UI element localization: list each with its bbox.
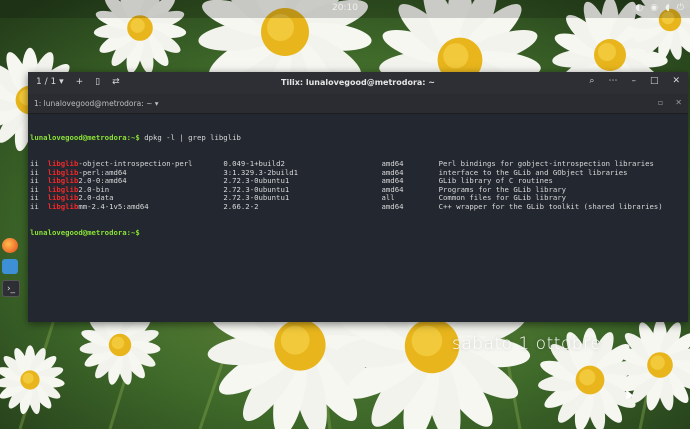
- maximize-terminal-icon[interactable]: ▫: [658, 98, 663, 107]
- search-icon[interactable]: ⌕: [589, 76, 594, 86]
- shell-prompt: lunalovegood@metrodora:~$: [30, 133, 140, 143]
- power-icon[interactable]: ⏻: [677, 3, 684, 13]
- terminal-tab[interactable]: 1: lunalovegood@metrodora: ~ ▾: [34, 99, 159, 108]
- terminal-tabbar: 1: lunalovegood@metrodora: ~ ▾ ▫ ✕: [28, 94, 688, 114]
- package-match: libglib: [47, 201, 79, 211]
- desklet-date: sabato 1 ottobre: [452, 334, 602, 354]
- package-version: 2.66.2-2: [223, 201, 259, 211]
- top-panel: 20:10 ◐ ◉ ◖ ⏻: [0, 0, 690, 18]
- night-light-icon[interactable]: ◐: [635, 3, 643, 13]
- minimize-icon[interactable]: –: [631, 76, 636, 86]
- package-status: ii: [30, 201, 39, 211]
- shell-prompt: lunalovegood@metrodora:~$: [30, 227, 140, 237]
- maximize-icon[interactable]: □: [650, 76, 659, 86]
- final-prompt-line: lunalovegood@metrodora:~$: [30, 227, 688, 238]
- command-line: lunalovegood@metrodora:~$ dpkg -l | grep…: [30, 133, 688, 143]
- dock: ›_: [2, 238, 20, 297]
- terminal-icon[interactable]: ›_: [2, 280, 20, 297]
- terminal-window[interactable]: 1 / 1 ▾ + ▯ ⇄ Tilix: lunalovegood@metrod…: [28, 72, 688, 322]
- close-terminal-icon[interactable]: ✕: [675, 98, 682, 107]
- panel-clock[interactable]: 20:10: [0, 3, 690, 13]
- package-description: C++ wrapper for the GLib toolkit (shared…: [438, 201, 663, 211]
- system-tray: ◐ ◉ ◖ ⏻: [635, 3, 684, 13]
- package-name-rest: mm-2.4-1v5:amd64: [78, 201, 149, 211]
- package-row: ii libglibmm-2.4-1v5:amd64 2.66.2-2 amd6…: [30, 201, 688, 212]
- shell-command: dpkg -l | grep libglib: [139, 133, 241, 143]
- firefox-icon[interactable]: [2, 238, 18, 253]
- terminal-output[interactable]: lunalovegood@metrodora:~$ dpkg -l | grep…: [28, 114, 688, 255]
- close-icon[interactable]: ✕: [672, 76, 680, 86]
- network-icon[interactable]: ◉: [650, 3, 658, 13]
- volume-icon[interactable]: ◖: [665, 3, 670, 13]
- menu-icon[interactable]: ⋯: [608, 76, 617, 86]
- files-icon[interactable]: [2, 259, 18, 274]
- window-titlebar[interactable]: 1 / 1 ▾ + ▯ ⇄ Tilix: lunalovegood@metrod…: [28, 72, 688, 94]
- package-arch: amd64: [381, 201, 404, 211]
